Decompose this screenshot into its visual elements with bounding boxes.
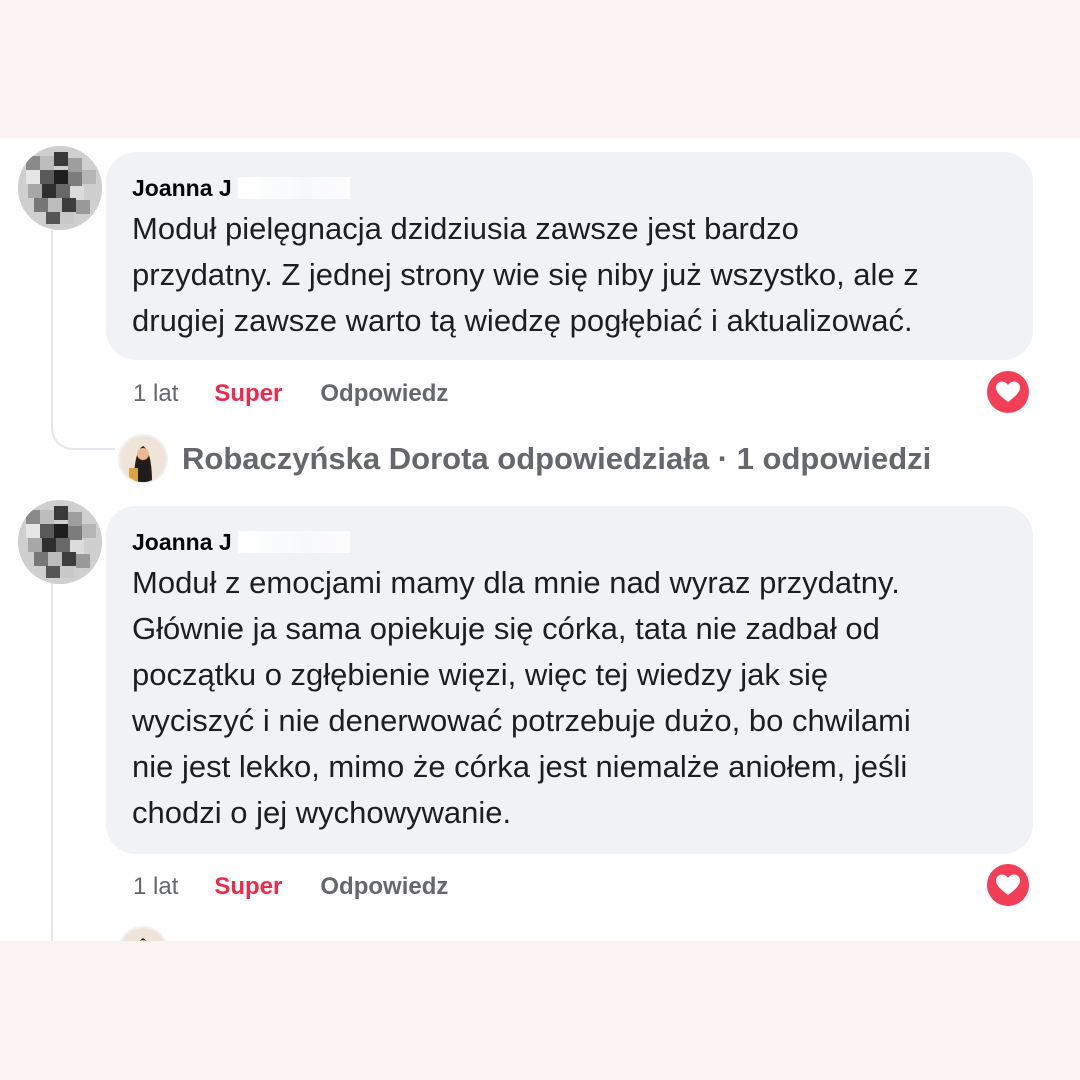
redacted-surname	[237, 531, 350, 553]
replies-summary-text[interactable]: Robaczyńska Dorota odpowiedziała · 1 odp…	[182, 441, 931, 477]
thread-line	[51, 583, 53, 941]
comment-actions: 1 lat Super Odpowiedz	[133, 873, 448, 901]
comments-panel: Joanna J Moduł pielęgnacja dzidziusia za…	[0, 138, 1080, 941]
comment-actions: 1 lat Super Odpowiedz	[133, 380, 448, 408]
thread-line	[51, 230, 53, 420]
reply-button[interactable]: Odpowiedz	[320, 873, 448, 901]
thread-connector	[51, 418, 115, 450]
heart-icon[interactable]	[987, 864, 1029, 906]
comment-text: Moduł z emocjami mamy dla mnie nad wyraz…	[132, 565, 911, 830]
redacted-surname	[237, 177, 350, 199]
like-button[interactable]: Super	[214, 380, 282, 408]
comment-timestamp[interactable]: 1 lat	[133, 873, 178, 901]
comment-timestamp[interactable]: 1 lat	[133, 380, 178, 408]
comment-bubble: Joanna J Moduł pielęgnacja dzidziusia za…	[106, 152, 1033, 360]
comment-bubble: Joanna J Moduł z emocjami mamy dla mnie …	[106, 506, 1033, 854]
comment-text: Moduł pielęgnacja dzidziusia zawsze jest…	[132, 211, 919, 338]
comment-author[interactable]: Joanna J	[132, 174, 1007, 202]
heart-icon[interactable]	[987, 371, 1029, 413]
like-button[interactable]: Super	[214, 873, 282, 901]
avatar	[118, 434, 168, 484]
replies-summary[interactable]: Robaczyńska Dorota odpowiedziała · 1 odp…	[118, 434, 931, 484]
comment-author[interactable]: Joanna J	[132, 528, 1007, 556]
reply-button[interactable]: Odpowiedz	[320, 380, 448, 408]
avatar	[118, 926, 168, 941]
author-name[interactable]: Joanna J	[132, 528, 232, 556]
avatar[interactable]	[18, 500, 102, 584]
author-name[interactable]: Joanna J	[132, 174, 232, 202]
avatar[interactable]	[18, 146, 102, 230]
